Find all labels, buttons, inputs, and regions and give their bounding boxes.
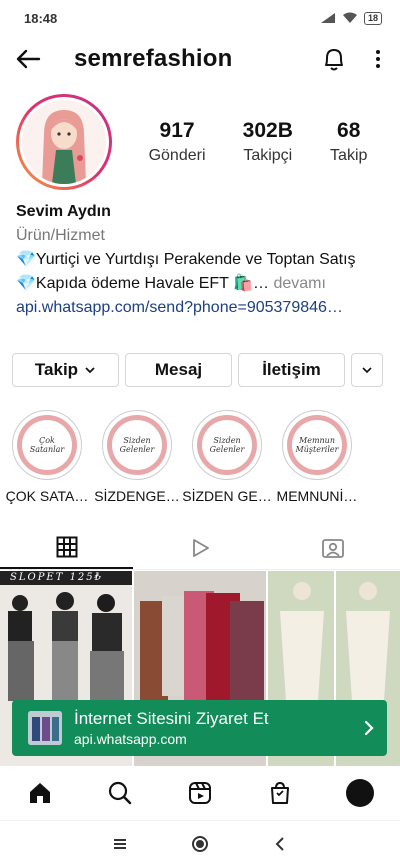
home-button[interactable]	[180, 824, 220, 864]
profile-actions: Takip Mesaj İletişim	[12, 353, 388, 387]
back-arrow-icon	[16, 49, 41, 69]
highlight-label: ÇOK SATA…	[5, 488, 89, 504]
menu-icon	[114, 838, 126, 849]
message-button[interactable]: Mesaj	[125, 353, 232, 387]
bio-more-link[interactable]: devamı	[273, 275, 325, 292]
status-bar: 18:48 18	[0, 0, 400, 36]
status-time: 18:48	[24, 10, 58, 26]
banner-text: İnternet Sitesini Ziyaret Et api.whatsap…	[74, 709, 351, 747]
visit-website-banner[interactable]: İnternet Sitesini Ziyaret Et api.whatsap…	[12, 700, 387, 756]
tagged-person-icon	[322, 538, 345, 558]
profile-avatar-icon	[346, 779, 374, 807]
bio-category: Ürün/Hizmet	[16, 227, 105, 244]
stat-following[interactable]: 68 Takip	[330, 119, 367, 165]
profile-tabs	[0, 526, 400, 570]
nav-reels[interactable]	[170, 766, 230, 820]
post-caption-overlay: SLOPET 125₺	[10, 572, 104, 583]
highlight-label: SİZDEN GE…	[182, 488, 272, 504]
highlight-item[interactable]: Sizden Gelenler SİZDENGE…	[92, 410, 182, 504]
banner-image	[28, 711, 62, 745]
profile-stats: 917 Gönderi 302B Takipçi 68 Takip	[130, 119, 386, 165]
home-icon	[30, 783, 50, 803]
tab-grid[interactable]	[0, 526, 134, 569]
top-bar: semrefashion	[0, 36, 400, 82]
more-options-button[interactable]	[356, 36, 400, 82]
signal-icon	[320, 13, 335, 23]
bio-line-text: 💎Kapıda ödeme Havale EFT 🛍️…	[16, 275, 274, 292]
back-button[interactable]	[0, 36, 56, 82]
avatar-illustration	[22, 100, 106, 184]
bio-line: 💎Kapıda ödeme Havale EFT 🛍️… devamı	[16, 272, 386, 296]
play-icon	[193, 538, 209, 557]
stat-label: Takipçi	[243, 147, 293, 164]
stat-posts[interactable]: 917 Gönderi	[149, 119, 206, 165]
stat-label: Takip	[330, 147, 368, 164]
highlight-item[interactable]: Sizden Gelenler SİZDEN GE…	[182, 410, 272, 504]
banner-url: api.whatsapp.com	[74, 731, 187, 747]
grid-icon	[56, 536, 78, 557]
nav-profile[interactable]	[330, 766, 390, 820]
bell-icon	[325, 49, 343, 71]
highlight-cover: Çok Satanlar	[22, 420, 72, 470]
chevron-right-icon	[351, 720, 387, 736]
suggested-accounts-button[interactable]	[351, 353, 383, 387]
highlight-cover: Memnun Müşteriler	[292, 420, 342, 470]
system-back-button[interactable]	[260, 824, 300, 864]
stat-value: 302B	[242, 119, 293, 142]
bio-line: 💎Yurtiçi ve Yurtdışı Perakende ve Toptan…	[16, 251, 356, 268]
recent-apps-button[interactable]	[100, 824, 140, 864]
highlight-item[interactable]: Çok Satanlar ÇOK SATA…	[2, 410, 92, 504]
chevron-down-icon	[85, 367, 95, 374]
stat-followers[interactable]: 302B Takipçi	[243, 119, 293, 165]
bio-name: Sevim Aydın	[16, 203, 111, 220]
reels-icon	[189, 782, 211, 804]
search-icon	[108, 781, 132, 805]
profile-avatar[interactable]	[16, 94, 112, 190]
battery-icon: 18	[363, 11, 382, 25]
follow-button[interactable]: Takip	[12, 353, 119, 387]
stat-value: 917	[159, 119, 195, 142]
highlight-item[interactable]: Memnun Müşteriler MEMNUNİ…	[272, 410, 362, 504]
highlight-label: MEMNUNİ…	[276, 488, 358, 504]
wifi-icon	[342, 12, 357, 23]
status-icons: 18	[320, 11, 382, 25]
tab-reels[interactable]	[133, 526, 266, 569]
profile-username: semrefashion	[74, 45, 233, 72]
contact-button-label: İletişim	[262, 360, 321, 379]
notifications-button[interactable]	[312, 36, 356, 82]
nav-shop[interactable]	[250, 766, 310, 820]
story-highlights: Çok Satanlar ÇOK SATA… Sizden Gelenler S…	[0, 410, 400, 510]
bottom-navigation	[0, 766, 400, 820]
banner-title: İnternet Sitesini Ziyaret Et	[74, 709, 269, 728]
message-button-label: Mesaj	[154, 360, 203, 379]
circle-home-icon	[192, 835, 208, 852]
nav-search[interactable]	[90, 766, 150, 820]
profile-bio: Sevim Aydın Ürün/Hizmet 💎Yurtiçi ve Yurt…	[16, 200, 386, 320]
follow-button-label: Takip	[34, 360, 79, 379]
profile-header: 917 Gönderi 302B Takipçi 68 Takip	[16, 94, 386, 190]
stat-label: Gönderi	[148, 147, 206, 164]
contact-button[interactable]: İletişim	[238, 353, 345, 387]
nav-home[interactable]	[10, 766, 70, 820]
more-vertical-icon	[376, 50, 380, 68]
bio-website-link[interactable]: api.whatsapp.com/send?phone=905379846…	[16, 296, 386, 320]
stat-value: 68	[337, 119, 361, 142]
chevron-down-icon	[362, 367, 372, 374]
shopping-bag-icon	[271, 781, 289, 804]
system-navigation	[0, 820, 400, 866]
highlight-cover: Sizden Gelenler	[112, 420, 162, 470]
chevron-left-icon	[275, 836, 284, 851]
banner-thumbnail	[28, 711, 62, 745]
tab-tagged[interactable]	[267, 526, 400, 569]
highlight-cover: Sizden Gelenler	[202, 420, 252, 470]
highlight-label: SİZDENGE…	[94, 488, 180, 504]
